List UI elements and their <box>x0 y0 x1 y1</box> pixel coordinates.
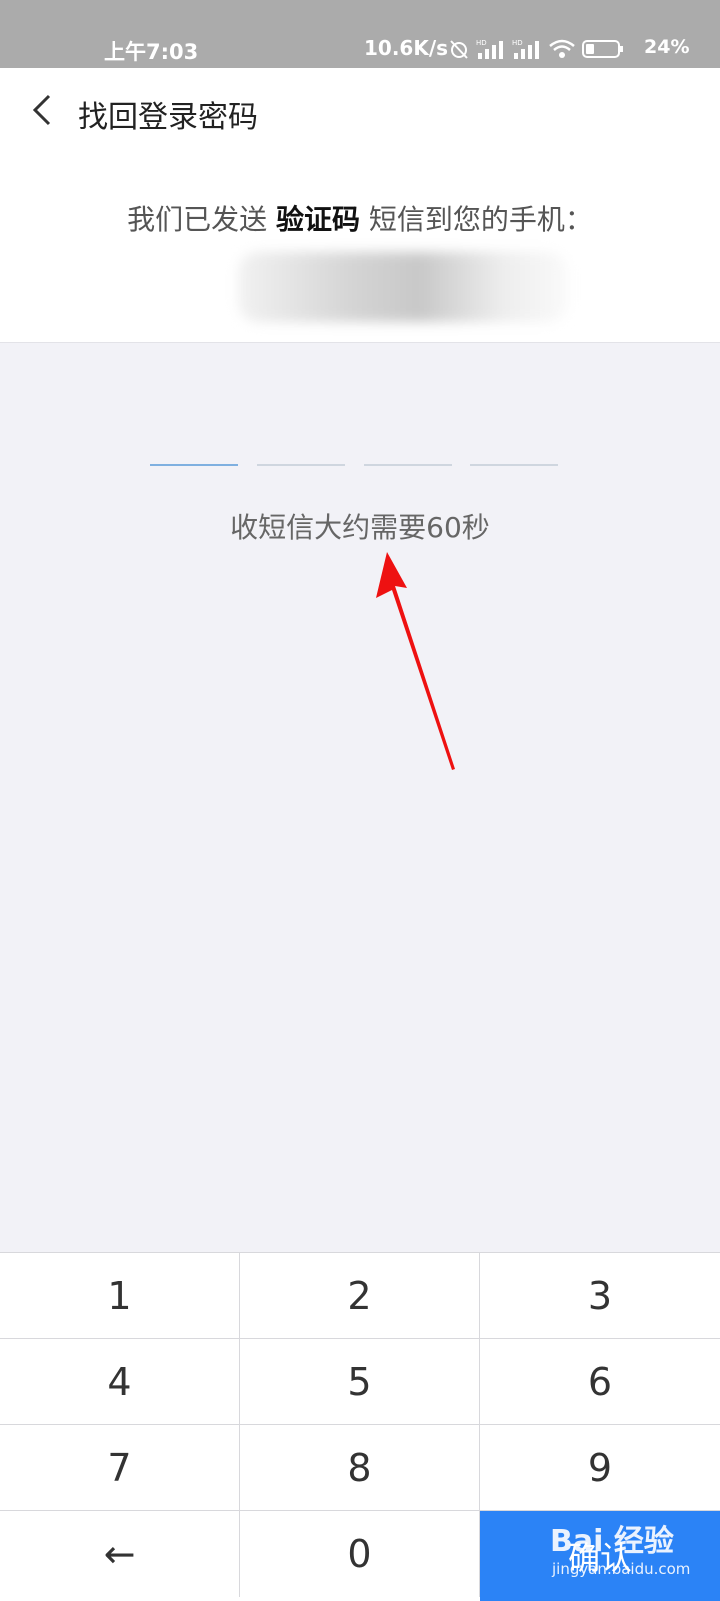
key-4[interactable]: 4 <box>0 1339 240 1425</box>
key-5[interactable]: 5 <box>240 1339 480 1425</box>
key-9[interactable]: 9 <box>480 1425 720 1511</box>
key-7[interactable]: 7 <box>0 1425 240 1511</box>
key-6[interactable]: 6 <box>480 1339 720 1425</box>
key-0[interactable]: 0 <box>240 1511 480 1597</box>
baidu-watermark: Bai 经验 jingyan.baidu.com <box>550 1516 690 1578</box>
watermark-brand: Bai 经验 <box>550 1524 674 1559</box>
backspace-key[interactable]: ← <box>0 1511 240 1597</box>
key-3[interactable]: 3 <box>480 1253 720 1339</box>
key-2[interactable]: 2 <box>240 1253 480 1339</box>
annotation-arrow <box>376 552 455 770</box>
watermark-url: jingyan.baidu.com <box>552 1560 691 1578</box>
key-8[interactable]: 8 <box>240 1425 480 1511</box>
key-1[interactable]: 1 <box>0 1253 240 1339</box>
